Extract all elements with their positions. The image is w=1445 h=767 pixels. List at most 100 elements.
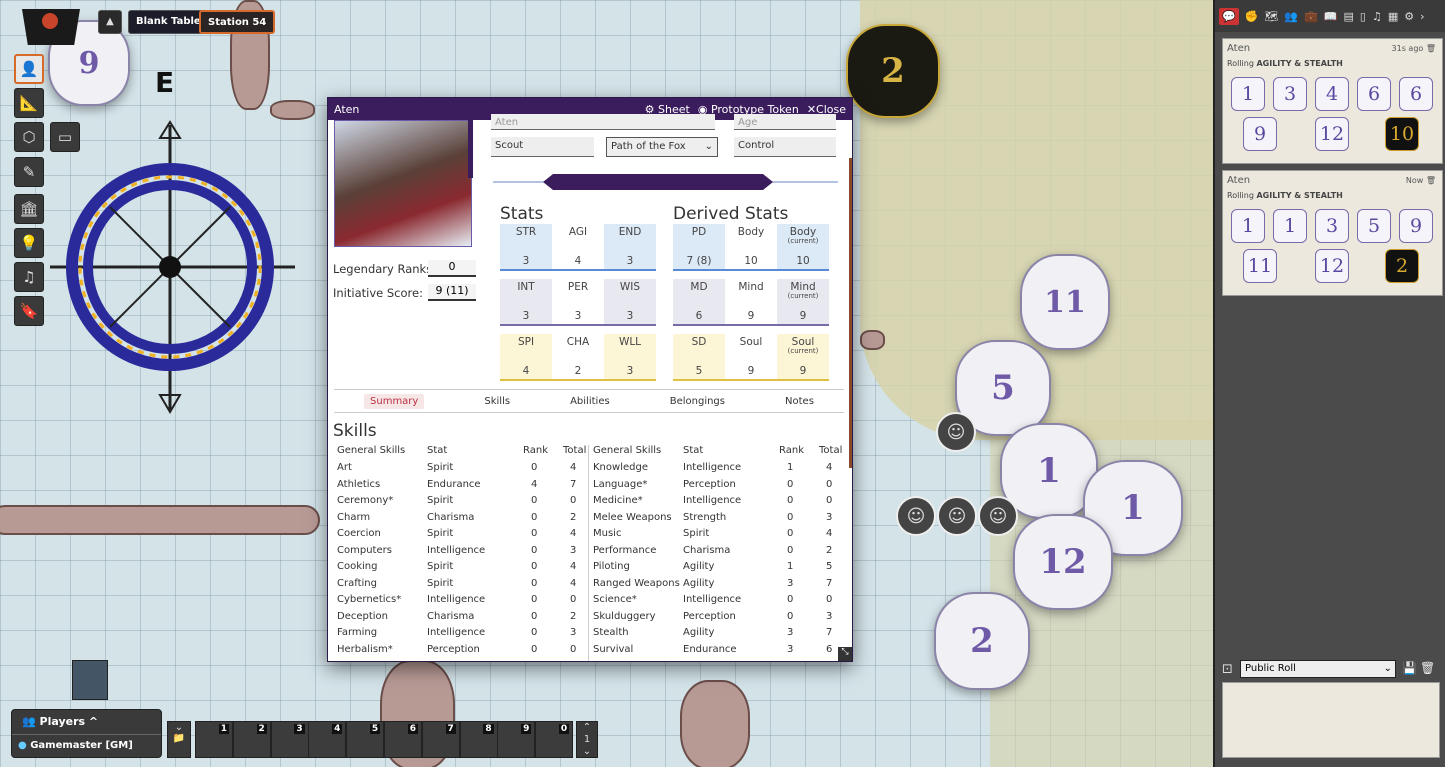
tab-belongings[interactable]: Belongings xyxy=(670,396,725,407)
macro-slot[interactable]: 5 xyxy=(346,721,385,758)
dice-icon[interactable]: ⚀ xyxy=(1222,662,1232,676)
macro-slot[interactable]: 9 xyxy=(497,721,536,758)
macro-page-switcher[interactable]: ⌃ 1 ⌄ xyxy=(576,721,598,758)
trash-icon[interactable]: 🗑 xyxy=(1426,44,1436,53)
skill-row[interactable]: Crafting Spirit 0 4 xyxy=(337,578,597,595)
skill-row[interactable]: Survival Endurance 3 6 xyxy=(593,644,852,661)
playlists-icon[interactable]: ♫ xyxy=(1372,10,1382,23)
skill-row[interactable]: Athletics Endurance 4 7 xyxy=(337,479,597,496)
stat-cell[interactable]: PER 3 xyxy=(552,279,604,326)
derived-stat-cell[interactable]: Soul (current) 9 xyxy=(777,334,829,381)
stat-cell[interactable]: END 3 xyxy=(604,224,656,271)
skill-row[interactable]: Melee Weapons Strength 0 3 xyxy=(593,512,852,529)
settings-icon[interactable]: ⚙ xyxy=(1404,10,1414,23)
stat-cell[interactable]: AGI 4 xyxy=(552,224,604,271)
macro-slot[interactable]: 8 xyxy=(459,721,498,758)
role-field[interactable]: Scout xyxy=(491,137,594,157)
draw-tool-button[interactable]: ✎ xyxy=(14,157,44,187)
name-field[interactable]: Aten xyxy=(491,114,715,130)
derived-stat-cell[interactable]: MD 6 xyxy=(673,279,725,326)
tab-notes[interactable]: Notes xyxy=(785,396,814,407)
chat-icon[interactable]: 💬 xyxy=(1219,7,1239,25)
macro-slot[interactable]: 7 xyxy=(421,721,460,758)
players-list[interactable]: 👥 Players ^ ● Gamemaster [GM] xyxy=(11,709,162,758)
map-die-d12[interactable]: 2 xyxy=(934,592,1030,690)
macro-slot[interactable]: 6 xyxy=(384,721,422,758)
chat-message[interactable]: Aten Now 🗑 Rolling AGILITY & STEALTH 1 1 3 5 9 1… xyxy=(1222,170,1443,296)
age-field[interactable]: Age xyxy=(734,114,836,130)
chat-message[interactable]: Aten 31s ago 🗑 Rolling AGILITY & STEALTH 1 3… xyxy=(1222,38,1443,164)
skill-row[interactable]: Art Spirit 0 4 xyxy=(337,462,597,479)
scene-tab-station-54[interactable]: Station 54 xyxy=(199,10,276,34)
stat-cell[interactable]: STR 3 xyxy=(500,224,552,271)
actors-icon[interactable]: 👥 xyxy=(1284,10,1298,23)
macro-slot[interactable]: 0 xyxy=(535,721,574,758)
token-avatar[interactable]: ☺ xyxy=(937,496,977,536)
skill-row[interactable]: Computers Intelligence 0 3 xyxy=(337,545,597,562)
tab-summary[interactable]: Summary xyxy=(364,393,425,409)
shapes-tool-button[interactable]: ⬡ xyxy=(14,122,44,152)
map-die-d12[interactable]: 12 xyxy=(1013,514,1113,610)
skill-row[interactable]: Music Spirit 0 4 xyxy=(593,528,852,545)
macro-slot[interactable]: 2 xyxy=(232,721,271,758)
macro-slot[interactable]: 4 xyxy=(308,721,347,758)
stat-cell[interactable]: SPI 4 xyxy=(500,334,552,381)
stat-cell[interactable]: WLL 3 xyxy=(604,334,656,381)
character-portrait[interactable] xyxy=(334,120,472,247)
character-sheet-window[interactable]: Aten ⚙ Sheet ◉ Prototype Token ✕Close At… xyxy=(327,97,853,662)
map-die-gold[interactable]: 2 xyxy=(846,24,940,118)
derived-stat-cell[interactable]: Body 10 xyxy=(725,224,777,271)
initiative-value[interactable]: 9 (11) xyxy=(428,284,476,301)
map-die-d12[interactable]: 11 xyxy=(1020,254,1110,350)
skill-row[interactable]: Piloting Agility 1 5 xyxy=(593,561,852,578)
map-token-card[interactable] xyxy=(72,660,108,700)
derived-stat-cell[interactable]: Mind 9 xyxy=(725,279,777,326)
trash-icon[interactable]: 🗑 xyxy=(1420,661,1435,675)
tables-icon[interactable]: ▤ xyxy=(1343,10,1353,23)
collapse-navigation-button[interactable]: ▲ xyxy=(98,10,122,34)
skill-row[interactable]: Herbalism* Perception 0 0 xyxy=(337,644,597,661)
skill-row[interactable]: Ceremony* Spirit 0 0 xyxy=(337,495,597,512)
path-select[interactable]: Path of the Fox ⌄ xyxy=(606,137,718,157)
skill-row[interactable]: Charm Charisma 0 2 xyxy=(337,512,597,529)
skill-row[interactable]: Cybernetics* Intelligence 0 0 xyxy=(337,594,597,611)
skill-row[interactable]: Knowledge Intelligence 1 4 xyxy=(593,462,852,479)
skill-row[interactable]: Performance Charisma 0 2 xyxy=(593,545,852,562)
skill-row[interactable]: Medicine* Intelligence 0 0 xyxy=(593,495,852,512)
compendium-icon[interactable]: ▦ xyxy=(1388,10,1398,23)
tab-abilities[interactable]: Abilities xyxy=(570,396,610,407)
derived-stat-cell[interactable]: SD 5 xyxy=(673,334,725,381)
players-header[interactable]: 👥 Players ^ xyxy=(22,715,98,728)
journal-icon[interactable]: 📖 xyxy=(1324,10,1338,23)
save-icon[interactable]: 💾 xyxy=(1402,661,1417,675)
skill-row[interactable]: Language* Perception 0 0 xyxy=(593,479,852,496)
lighting-tool-button[interactable]: 💡 xyxy=(14,228,44,258)
macro-controls[interactable]: ⌄ 📁 xyxy=(167,721,191,758)
skill-row[interactable]: Cooking Spirit 0 4 xyxy=(337,561,597,578)
ruler-tool-button[interactable]: ▭ xyxy=(50,122,80,152)
skill-row[interactable]: Skulduggery Perception 0 3 xyxy=(593,611,852,628)
macro-slot[interactable]: 3 xyxy=(270,721,309,758)
legendary-ranks-value[interactable]: 0 xyxy=(428,260,476,277)
macro-slot[interactable]: 1 xyxy=(195,721,233,758)
skill-row[interactable]: Science* Intelligence 0 0 xyxy=(593,594,852,611)
token-avatar[interactable]: ☺ xyxy=(978,496,1018,536)
stat-cell[interactable]: WIS 3 xyxy=(604,279,656,326)
skill-row[interactable]: Farming Intelligence 0 3 xyxy=(337,627,597,644)
skill-row[interactable]: Ranged Weapons Agility 3 7 xyxy=(593,578,852,595)
derived-stat-cell[interactable]: PD 7 (8) xyxy=(673,224,725,271)
combat-icon[interactable]: ✊ xyxy=(1245,10,1259,23)
chat-message-input[interactable] xyxy=(1222,682,1440,758)
skill-row[interactable]: Stealth Agility 3 7 xyxy=(593,627,852,644)
resize-handle-icon[interactable]: ⤡ xyxy=(838,647,852,661)
cards-icon[interactable]: ▯ xyxy=(1360,10,1366,23)
tab-skills[interactable]: Skills xyxy=(484,396,510,407)
trash-icon[interactable]: 🗑 xyxy=(1426,176,1436,185)
sounds-tool-button[interactable]: ♫ xyxy=(14,262,44,292)
stat-cell[interactable]: INT 3 xyxy=(500,279,552,326)
notes-tool-button[interactable]: 🔖 xyxy=(14,296,44,326)
token-avatar[interactable]: ☺ xyxy=(936,412,976,452)
derived-stat-cell[interactable]: Body (current) 10 xyxy=(777,224,829,271)
skill-row[interactable]: Coercion Spirit 0 4 xyxy=(337,528,597,545)
scenes-icon[interactable]: 🗺 xyxy=(1264,10,1278,23)
